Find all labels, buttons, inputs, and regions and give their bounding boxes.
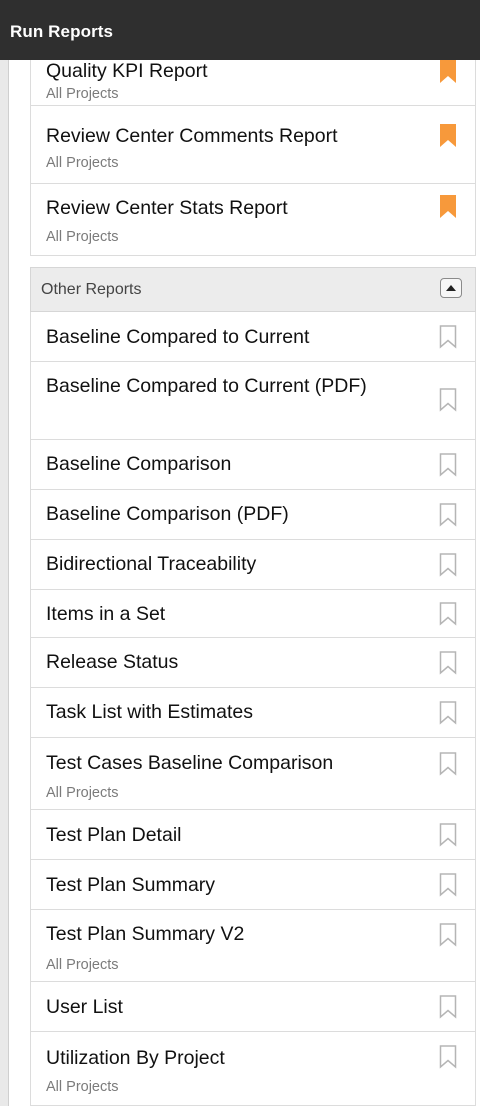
report-item[interactable]: Test Plan Detail [30,810,476,860]
section-header-other-reports: Other Reports [30,267,476,312]
report-item[interactable]: Utilization By Project All Projects [30,1032,476,1106]
bookmark-outline-icon[interactable] [439,701,457,725]
bookmark-outline-icon[interactable] [439,873,457,897]
report-item[interactable]: Baseline Compared to Current (PDF) [30,362,476,440]
report-name: Quality KPI Report [46,60,208,82]
bookmark-outline-icon[interactable] [439,602,457,626]
report-name: Test Cases Baseline Comparison [46,752,334,774]
bookmark-outline-icon[interactable] [439,995,457,1019]
report-name: Test Plan Detail [46,824,182,846]
bookmark-outline-icon[interactable] [439,1045,457,1069]
bookmark-outline-icon[interactable] [439,453,457,477]
report-item[interactable]: Test Plan Summary [30,860,476,910]
collapse-section-button[interactable] [440,278,462,298]
report-item[interactable]: Baseline Compared to Current [30,312,476,362]
report-name: Items in a Set [46,603,166,625]
report-item[interactable]: Release Status [30,638,476,688]
bookmark-filled-icon[interactable] [439,60,457,84]
report-scope: All Projects [46,957,119,973]
report-name: Test Plan Summary [46,874,216,896]
run-reports-page: Quality KPI Report All Projects Review C… [0,0,480,1106]
report-item-review-center-comments[interactable]: Review Center Comments Report All Projec… [30,106,476,184]
dialog-title: Run Reports [10,22,114,41]
report-name: Baseline Compared to Current [46,326,310,348]
report-item-review-center-stats[interactable]: Review Center Stats Report All Projects [30,184,476,256]
report-name: Utilization By Project [46,1047,225,1069]
bookmark-outline-icon[interactable] [439,823,457,847]
report-name: Task List with Estimates [46,701,253,723]
bookmark-outline-icon[interactable] [439,651,457,675]
report-scope: All Projects [46,86,119,102]
bookmark-outline-icon[interactable] [439,503,457,527]
report-scope: All Projects [46,1079,119,1095]
report-scope: All Projects [46,785,119,801]
report-item[interactable]: Task List with Estimates [30,688,476,738]
report-item[interactable]: User List [30,982,476,1032]
report-name: Baseline Comparison [46,453,232,475]
caret-up-icon [446,285,456,291]
reports-panel: Quality KPI Report All Projects Review C… [30,0,476,1106]
report-item[interactable]: Bidirectional Traceability [30,540,476,590]
report-item[interactable]: Test Cases Baseline Comparison All Proje… [30,738,476,810]
report-name: Review Center Comments Report [46,125,338,147]
bookmark-outline-icon[interactable] [439,325,457,349]
report-name: Test Plan Summary V2 [46,923,245,945]
report-item[interactable]: Test Plan Summary V2 All Projects [30,910,476,982]
report-scope: All Projects [46,155,119,171]
report-name: User List [46,996,123,1018]
report-item[interactable]: Baseline Comparison [30,440,476,490]
bookmark-outline-icon[interactable] [439,553,457,577]
report-name: Baseline Compared to Current (PDF) [46,375,367,397]
report-name: Release Status [46,651,179,673]
report-item[interactable]: Baseline Comparison (PDF) [30,490,476,540]
bookmark-outline-icon[interactable] [439,923,457,947]
bookmark-outline-icon[interactable] [439,388,457,412]
bookmark-filled-icon[interactable] [439,124,457,148]
report-item[interactable]: Items in a Set [30,590,476,638]
report-scope: All Projects [46,229,119,245]
left-gutter [0,60,9,1106]
dialog-header: Run Reports [0,0,480,60]
report-name: Baseline Comparison (PDF) [46,503,289,525]
bookmark-outline-icon[interactable] [439,752,457,776]
section-title: Other Reports [41,281,142,298]
report-name: Review Center Stats Report [46,197,288,219]
bookmark-filled-icon[interactable] [439,195,457,219]
report-name: Bidirectional Traceability [46,553,257,575]
